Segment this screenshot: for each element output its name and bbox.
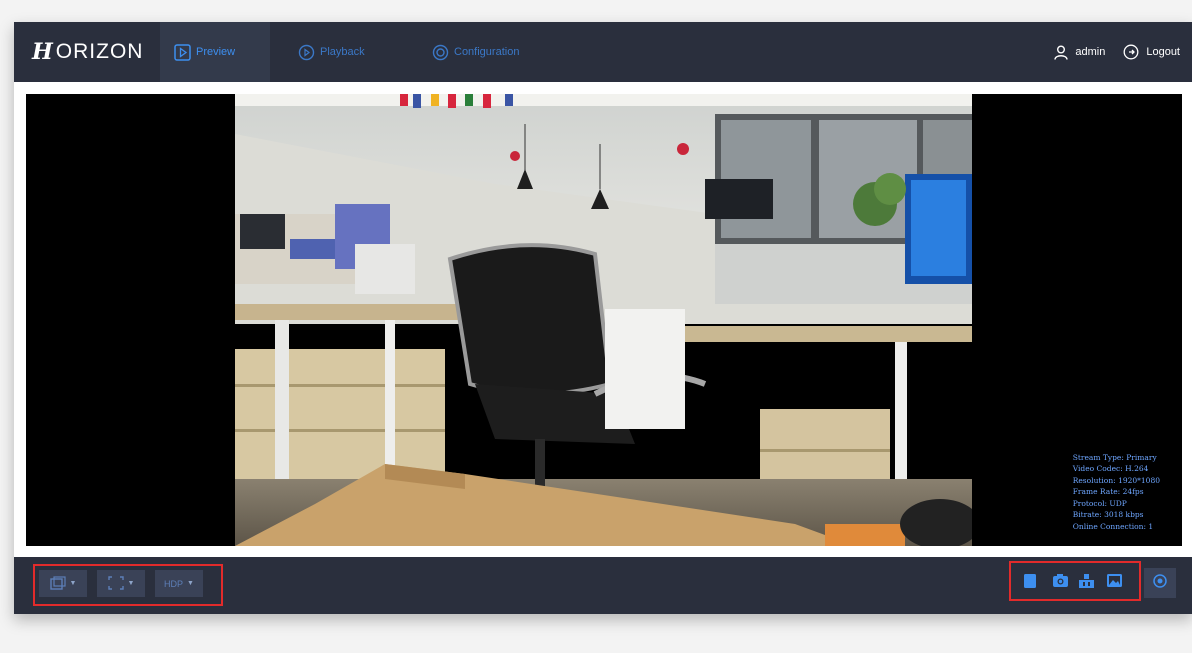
ptz-icon bbox=[1078, 573, 1095, 594]
osd-line: Protocol: UDP bbox=[1072, 498, 1127, 508]
ptz-button[interactable] bbox=[1077, 573, 1095, 594]
top-navigation-bar: H ORIZON Preview Playback Configuration bbox=[14, 22, 1192, 82]
user-area: admin Logout bbox=[1054, 22, 1180, 82]
tab-preview[interactable]: Preview bbox=[160, 22, 270, 82]
tab-playback[interactable]: Playback bbox=[298, 22, 365, 82]
tab-configuration-label: Configuration bbox=[454, 46, 520, 58]
image-button[interactable] bbox=[1105, 574, 1123, 592]
app-window: H ORIZON Preview Playback Configuration bbox=[14, 22, 1192, 614]
snapshot-icon bbox=[1052, 573, 1069, 593]
replay-circle-icon bbox=[298, 44, 315, 61]
image-icon bbox=[1106, 573, 1123, 593]
osd-line: Online Connection: 1 bbox=[1072, 521, 1154, 531]
chevron-down-icon: ▼ bbox=[69, 580, 77, 587]
osd-line: Stream Type: Primary bbox=[1072, 452, 1157, 462]
stream-info-overlay: Stream Type: Primary Video Codec: H.264 … bbox=[1073, 452, 1160, 533]
more-button[interactable] bbox=[1144, 568, 1176, 598]
logo-mark: H bbox=[32, 39, 54, 65]
camera-feed-image bbox=[235, 94, 972, 546]
more-icon bbox=[1152, 573, 1168, 594]
tab-preview-label: Preview bbox=[196, 46, 236, 58]
chevron-down-icon: ▼ bbox=[187, 580, 194, 587]
chevron-down-icon: ▼ bbox=[127, 580, 135, 587]
video-preview-area[interactable]: Stream Type: Primary Video Codec: H.264 … bbox=[26, 94, 1182, 546]
user-icon bbox=[1054, 45, 1069, 60]
osd-line: Frame Rate: 24fps bbox=[1072, 487, 1144, 496]
window-layout-icon bbox=[49, 575, 66, 592]
osd-line: Video Codec: H.264 bbox=[1072, 464, 1149, 473]
tab-playback-label: Playback bbox=[320, 46, 365, 58]
stream-select-button[interactable]: HDP ▼ bbox=[155, 570, 203, 597]
snapshot-button[interactable] bbox=[1051, 574, 1069, 592]
record-icon bbox=[1023, 573, 1037, 594]
tab-configuration[interactable]: Configuration bbox=[432, 22, 519, 82]
logo-text: ORIZON bbox=[55, 40, 144, 63]
logout-button[interactable]: Logout bbox=[1146, 46, 1180, 58]
stream-select-label: HDP bbox=[164, 578, 184, 589]
logout-icon[interactable] bbox=[1123, 44, 1139, 60]
window-layout-button[interactable]: ▼ bbox=[39, 570, 87, 597]
username[interactable]: admin bbox=[1075, 46, 1105, 58]
preview-toolbar: ▼ ▼ HDP ▼ bbox=[14, 557, 1192, 614]
fullscreen-icon bbox=[107, 575, 124, 592]
play-square-icon bbox=[174, 43, 191, 61]
osd-line: Resolution: 1920*1080 bbox=[1072, 475, 1160, 485]
osd-line: Bitrate: 3018 kbps bbox=[1072, 510, 1144, 519]
horizon-logo: H ORIZON bbox=[32, 39, 143, 65]
record-button[interactable] bbox=[1021, 573, 1039, 594]
config-circle-icon bbox=[432, 44, 449, 61]
fullscreen-button[interactable]: ▼ bbox=[97, 570, 145, 597]
